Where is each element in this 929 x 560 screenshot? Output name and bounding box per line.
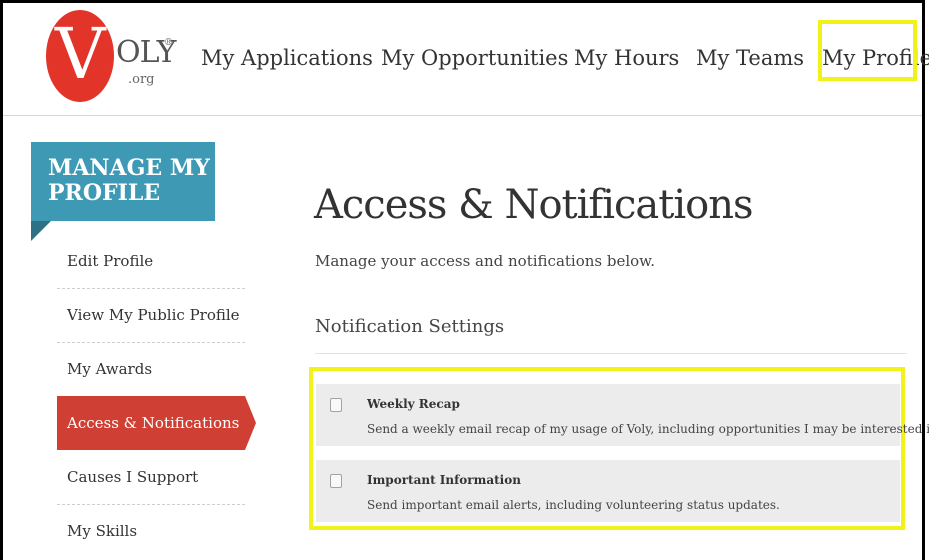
sidebar-item-view-public-profile[interactable]: View My Public Profile — [57, 288, 245, 342]
notification-settings-heading: Notification Settings — [315, 316, 505, 337]
manage-profile-heading: MANAGE MY PROFILE — [31, 142, 215, 221]
important-information-checkbox[interactable] — [330, 474, 342, 488]
nav-my-hours[interactable]: My Hours — [574, 43, 679, 73]
logo-trademark: ® — [164, 38, 173, 48]
notification-row-important-information: Important Information Send important ema… — [316, 460, 900, 522]
sidebar-item-my-skills[interactable]: My Skills — [57, 504, 245, 558]
highlight-box-my-profile — [818, 20, 917, 81]
notification-description: Send important email alerts, including v… — [367, 498, 780, 512]
sidebar-item-causes-i-support[interactable]: Causes I Support — [57, 450, 245, 504]
nav-my-opportunities[interactable]: My Opportunities — [381, 43, 568, 73]
page-title: Access & Notifications — [314, 182, 753, 228]
logo-tld: .org — [128, 72, 155, 87]
voly-logo[interactable]: V OLY ® .org — [46, 10, 196, 110]
active-item-arrow — [245, 396, 256, 450]
page-subtitle: Manage your access and notifications bel… — [315, 252, 655, 270]
sidebar-item-my-awards[interactable]: My Awards — [57, 342, 245, 396]
sidebar-item-edit-profile[interactable]: Edit Profile — [57, 234, 245, 288]
notification-title: Weekly Recap — [367, 397, 460, 411]
top-header: V OLY ® .org My Applications My Opportun… — [3, 3, 929, 116]
section-divider — [315, 353, 907, 354]
nav-my-teams[interactable]: My Teams — [696, 43, 804, 73]
weekly-recap-checkbox[interactable] — [330, 398, 342, 412]
notification-row-weekly-recap: Weekly Recap Send a weekly email recap o… — [316, 384, 929, 446]
notification-title: Important Information — [367, 473, 521, 487]
logo-letter: V — [55, 13, 106, 95]
notification-description: Send a weekly email recap of my usage of… — [367, 422, 929, 436]
sidebar-item-access-notifications[interactable]: Access & Notifications — [57, 396, 245, 450]
heading-ribbon-fold — [31, 221, 51, 241]
nav-my-applications[interactable]: My Applications — [201, 43, 373, 73]
